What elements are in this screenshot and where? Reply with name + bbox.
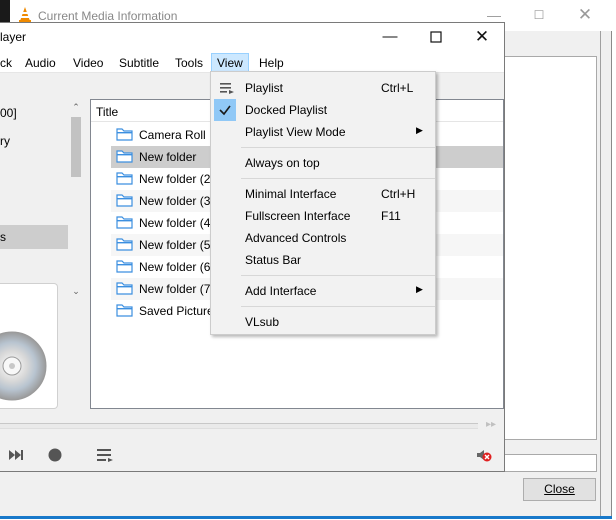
menu-item-always-on-top[interactable]: Always on top (211, 152, 435, 174)
submenu-arrow-icon: ▶ (416, 125, 423, 135)
menu-separator (241, 306, 435, 307)
view-menu-dropdown: Playlist Ctrl+L Docked Playlist Playlist… (210, 71, 436, 335)
checkmark-icon (219, 105, 231, 116)
playlist-item-name: New folder (6) (139, 260, 215, 274)
menu-item-playlist[interactable]: Playlist Ctrl+L (211, 77, 435, 99)
folder-icon (116, 260, 133, 273)
sidebar-item-library[interactable]: ry (0, 134, 10, 148)
column-header-label: Title (96, 105, 119, 119)
record-icon[interactable] (47, 447, 63, 463)
maximize-icon[interactable] (426, 27, 446, 47)
close-button[interactable]: Close (523, 478, 596, 501)
playlist-item-name: New folder (5) (139, 238, 215, 252)
scroll-down-icon[interactable]: ⌄ (71, 285, 81, 297)
toggle-playlist-icon[interactable] (96, 447, 114, 463)
menu-audio[interactable]: Audio (25, 56, 56, 70)
folder-icon (116, 282, 133, 295)
seek-forward-icon: ▸▸ (486, 419, 497, 430)
folder-icon (116, 238, 133, 251)
folder-icon (116, 216, 133, 229)
sidebar-item-label: s (0, 230, 6, 244)
menu-item-fullscreen-interface[interactable]: Fullscreen Interface F11 (211, 205, 435, 227)
folder-icon (116, 150, 133, 163)
menu-item-label: Fullscreen Interface (245, 209, 351, 223)
sidebar-item-selected[interactable]: s (0, 225, 68, 249)
playlist-item-name: New folder (139, 150, 197, 164)
taskbar-accent (0, 516, 612, 519)
info-panel (503, 56, 597, 440)
menu-item-advanced-controls[interactable]: Advanced Controls (211, 227, 435, 249)
menu-item-minimal-interface[interactable]: Minimal Interface Ctrl+H (211, 183, 435, 205)
menu-separator (241, 178, 435, 179)
folder-icon (116, 304, 133, 317)
menu-item-label: Docked Playlist (245, 103, 328, 117)
minimize-icon[interactable]: — (380, 27, 400, 47)
mute-icon[interactable] (476, 447, 492, 463)
menu-item-add-interface[interactable]: Add Interface ▶ (211, 280, 435, 302)
menu-item-label: Always on top (245, 156, 320, 170)
playlist-item-name: New folder (7) (139, 282, 215, 296)
location-field[interactable] (503, 454, 597, 472)
menu-item-docked-playlist[interactable]: Docked Playlist (211, 99, 435, 121)
sidebar-item-playlist[interactable]: 00] (0, 106, 17, 120)
scrollbar-thumb[interactable] (71, 117, 81, 177)
album-art (0, 283, 58, 409)
window-edge (600, 31, 601, 518)
close-icon[interactable]: ✕ (577, 6, 593, 24)
playlist-item-name: Camera Roll (139, 128, 206, 142)
menu-tools[interactable]: Tools (175, 56, 203, 70)
menu-item-shortcut: F11 (381, 209, 401, 223)
menu-item-playlist-view-mode[interactable]: Playlist View Mode ▶ (211, 121, 435, 143)
playlist-item-name: New folder (3) (139, 194, 215, 208)
seek-bar[interactable] (0, 423, 478, 429)
playlist-sidebar: 00] ry s (0, 99, 68, 299)
checked-indicator (214, 99, 236, 121)
menu-bar: ck Audio Video Subtitle Tools View Help (0, 52, 504, 73)
menu-playback[interactable]: ck (0, 56, 12, 70)
menu-help[interactable]: Help (259, 56, 284, 70)
sidebar-scrollbar[interactable]: ⌃ ⌄ (68, 99, 84, 299)
menu-view[interactable]: View (211, 53, 249, 73)
menu-video[interactable]: Video (73, 56, 103, 70)
folder-icon (116, 194, 133, 207)
menu-item-label: Status Bar (245, 253, 302, 267)
menu-item-label: VLsub (245, 315, 280, 329)
folder-icon (116, 172, 133, 185)
playlist-icon (220, 83, 234, 94)
menu-item-shortcut: Ctrl+H (381, 187, 416, 201)
vlc-titlebar: layer — ✕ (0, 23, 504, 52)
menu-item-status-bar[interactable]: Status Bar (211, 249, 435, 271)
disc-icon (0, 331, 47, 401)
menu-item-label: Playlist (245, 81, 284, 95)
menu-item-vlsub[interactable]: VLsub (211, 311, 435, 333)
vlc-cone-icon (19, 7, 31, 23)
menu-item-label: Add Interface (245, 284, 317, 298)
vlc-window-title: layer (0, 30, 27, 44)
next-track-icon[interactable] (8, 447, 26, 463)
playlist-item-name: New folder (2) (139, 172, 215, 186)
menu-separator (241, 275, 435, 276)
scroll-up-icon[interactable]: ⌃ (71, 101, 81, 113)
media-information-title: Current Media Information (38, 9, 178, 23)
menu-subtitle[interactable]: Subtitle (119, 56, 159, 70)
menu-item-label: Minimal Interface (245, 187, 337, 201)
folder-icon (116, 128, 133, 141)
menu-item-label: Playlist View Mode (245, 125, 346, 139)
menu-separator (241, 147, 435, 148)
close-icon[interactable]: ✕ (472, 27, 492, 47)
menu-item-shortcut: Ctrl+L (381, 81, 414, 95)
menu-item-label: Advanced Controls (245, 231, 347, 245)
submenu-arrow-icon: ▶ (416, 284, 423, 294)
playlist-item-name: Saved Pictures (139, 304, 220, 318)
playlist-item-name: New folder (4) (139, 216, 215, 230)
maximize-icon[interactable]: ☐ (531, 6, 547, 24)
